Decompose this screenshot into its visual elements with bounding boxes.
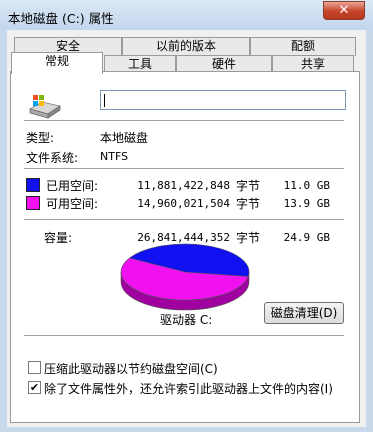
free-space-swatch xyxy=(26,196,40,210)
free-space-unit: 字节 xyxy=(236,197,261,211)
file-system-value: NTFS xyxy=(100,150,129,163)
index-checkbox[interactable]: ✔ xyxy=(28,381,41,394)
free-space-label: 可用空间: xyxy=(46,197,99,211)
compress-checkbox-label: 压缩此驱动器以节约磁盘空间(C) xyxy=(44,362,218,376)
type-label: 类型: xyxy=(26,131,55,145)
index-checkbox-label: 除了文件属性外，还允许索引此驱动器上文件的内容(I) xyxy=(44,382,333,396)
used-space-bytes: 11,881,422,848 xyxy=(137,179,230,192)
disk-cleanup-label: 磁盘清理(D) xyxy=(270,306,338,320)
check-icon: ✔ xyxy=(29,381,40,394)
separator xyxy=(24,335,344,336)
separator xyxy=(24,168,344,169)
used-space-swatch xyxy=(26,178,40,192)
disk-cleanup-button[interactable]: 磁盘清理(D) xyxy=(264,302,344,324)
compress-checkbox[interactable] xyxy=(28,361,41,374)
text-caret xyxy=(104,94,105,107)
used-space-unit: 字节 xyxy=(236,179,261,193)
free-space-bytes: 14,960,021,504 xyxy=(137,197,230,210)
file-system-label: 文件系统: xyxy=(26,151,79,165)
volume-name-input[interactable] xyxy=(100,90,346,110)
free-space-size: 13.9 GB xyxy=(283,197,330,210)
drive-label: 驱动器 C: xyxy=(160,313,213,327)
general-content: 类型: 本地磁盘 文件系统: NTFS 已用空间: 11,881,422,848… xyxy=(0,0,373,432)
capacity-label: 容量: xyxy=(44,231,73,245)
separator xyxy=(24,219,344,220)
used-space-label: 已用空间: xyxy=(46,179,99,193)
used-space-size: 11.0 GB xyxy=(283,179,330,192)
separator xyxy=(24,120,344,121)
drive-icon xyxy=(28,95,62,119)
capacity-size: 24.9 GB xyxy=(283,231,330,244)
disk-usage-pie xyxy=(120,243,250,311)
type-value: 本地磁盘 xyxy=(100,131,149,145)
